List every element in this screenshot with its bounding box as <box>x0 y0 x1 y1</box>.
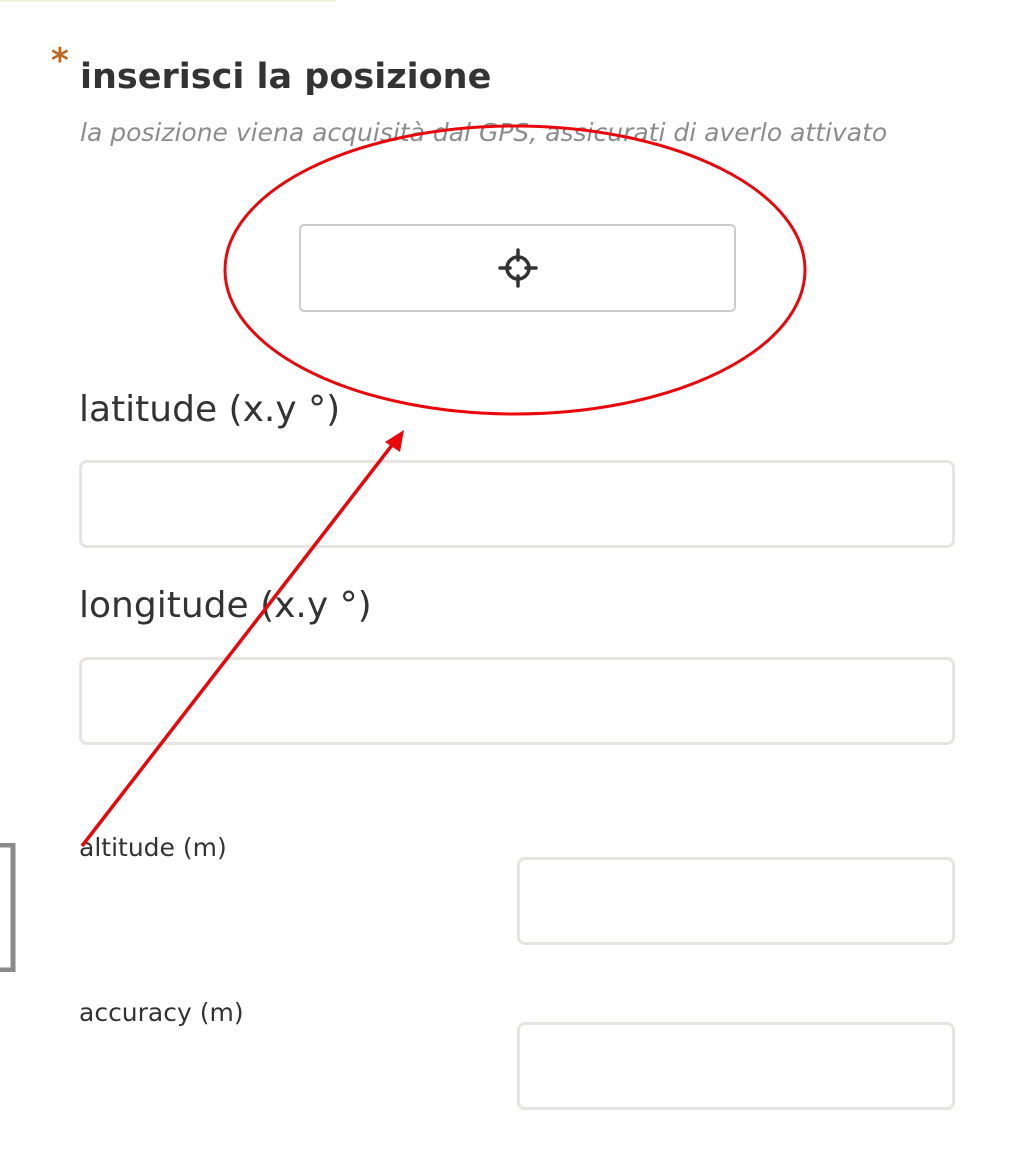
altitude-input[interactable] <box>517 857 955 945</box>
section-title: inserisci la posizione <box>80 57 492 97</box>
side-bracket <box>0 843 16 972</box>
get-location-button[interactable] <box>299 224 736 312</box>
crosshair-icon <box>497 248 538 288</box>
top-divider <box>0 0 336 2</box>
section-hint: la posizione viena acquisità dal GPS, as… <box>80 118 888 147</box>
altitude-label: altitude (m) <box>79 833 227 862</box>
longitude-label: longitude (x.y °) <box>79 585 372 626</box>
required-marker: * <box>51 41 69 81</box>
annotation-overlay <box>80 124 807 848</box>
accuracy-input[interactable] <box>517 1022 955 1110</box>
annotation-arrowhead <box>385 430 404 452</box>
longitude-input[interactable] <box>79 657 955 745</box>
latitude-input[interactable] <box>79 460 955 548</box>
accuracy-label: accuracy (m) <box>79 998 244 1027</box>
latitude-label: latitude (x.y °) <box>79 389 341 430</box>
